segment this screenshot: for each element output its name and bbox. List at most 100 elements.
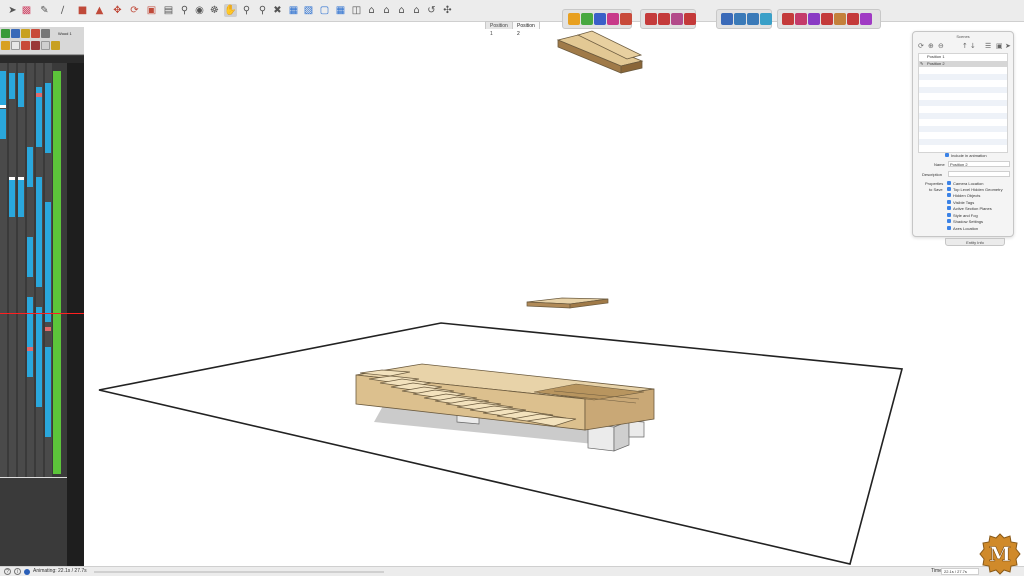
line-icon[interactable]: ∕ <box>56 4 69 17</box>
hidden-line-icon[interactable]: ▦ <box>334 4 347 17</box>
timeline-ruler[interactable] <box>67 63 84 566</box>
add-icon[interactable] <box>1 29 10 38</box>
sun-icon[interactable] <box>1 41 10 50</box>
path-a-icon[interactable] <box>782 13 794 25</box>
property-checkbox[interactable] <box>947 219 951 223</box>
shaded-icon[interactable]: ◫ <box>350 4 363 17</box>
shapes-icon[interactable]: ■ <box>76 4 89 17</box>
path-g-icon[interactable] <box>860 13 872 25</box>
zoom-extents-icon[interactable]: ⚲ <box>256 4 269 17</box>
gem-icon[interactable] <box>594 13 606 25</box>
zoom-icon[interactable]: ⚲ <box>240 4 253 17</box>
scale-icon[interactable]: ▣ <box>145 4 158 17</box>
description-field[interactable] <box>948 171 1010 177</box>
time-field[interactable]: 22.1s / 27.7s <box>941 568 979 575</box>
layers-icon[interactable] <box>747 13 759 25</box>
name-field[interactable]: Position 2 <box>948 161 1010 167</box>
move-up-icon[interactable]: ↑ <box>962 43 969 50</box>
delete-icon[interactable] <box>31 29 40 38</box>
include-animation-checkbox[interactable] <box>945 153 949 157</box>
list-icon[interactable] <box>11 41 20 50</box>
play-icon[interactable] <box>51 41 60 50</box>
back-edges-icon[interactable]: ▧ <box>302 4 315 17</box>
property-checkbox[interactable] <box>947 193 951 197</box>
menu-icon[interactable]: ➤ <box>1005 43 1012 50</box>
key-icon[interactable] <box>21 29 30 38</box>
user-icon[interactable] <box>24 569 30 575</box>
cursor-icon[interactable] <box>41 41 50 50</box>
tool-d-icon[interactable] <box>684 13 696 25</box>
path-f-icon[interactable] <box>847 13 859 25</box>
add-scene-icon[interactable]: ⊕ <box>928 43 935 50</box>
flower-icon[interactable] <box>620 13 632 25</box>
shape-icon[interactable] <box>607 13 619 25</box>
property-checkbox[interactable] <box>947 181 951 185</box>
select-icon[interactable]: ➤ <box>6 4 19 17</box>
eraser-icon[interactable]: ▩ <box>20 4 33 17</box>
refresh-icon[interactable]: ⟳ <box>918 43 925 50</box>
sequence-block[interactable] <box>9 73 15 99</box>
sequence-block[interactable] <box>18 73 24 107</box>
entity-info-tab[interactable]: Entity Info <box>945 238 1005 246</box>
active-sequence-bar[interactable] <box>53 71 61 474</box>
sequence-block[interactable] <box>0 71 6 107</box>
path-e-icon[interactable] <box>834 13 846 25</box>
offset-icon[interactable]: ▤ <box>162 4 175 17</box>
sequence-block[interactable] <box>0 109 6 139</box>
section-icon[interactable]: ✖ <box>271 4 284 17</box>
paint-icon[interactable]: ◉ <box>193 4 206 17</box>
rotate-icon[interactable]: ⟳ <box>128 4 141 17</box>
sequence-block[interactable] <box>27 297 33 377</box>
film-icon[interactable] <box>734 13 746 25</box>
sequence-block[interactable] <box>45 202 51 322</box>
property-checkbox[interactable] <box>947 213 951 217</box>
property-checkbox[interactable] <box>947 200 951 204</box>
playhead[interactable] <box>0 313 84 314</box>
tape-icon[interactable]: ⚲ <box>178 4 191 17</box>
view-options-icon[interactable]: ☰ <box>985 43 992 50</box>
model-viewport[interactable] <box>84 27 1024 566</box>
path-c-icon[interactable] <box>808 13 820 25</box>
tool-c-icon[interactable] <box>671 13 683 25</box>
camera-icon[interactable] <box>721 13 733 25</box>
move-icon[interactable]: ✥ <box>111 4 124 17</box>
solar-icon[interactable] <box>568 13 580 25</box>
back-view-icon[interactable]: ↺ <box>425 4 438 17</box>
path-b-icon[interactable] <box>795 13 807 25</box>
sequence-block[interactable] <box>9 177 15 217</box>
help-icon[interactable]: ? <box>4 568 11 575</box>
x-ray-icon[interactable]: ▦ <box>287 4 300 17</box>
property-checkbox[interactable] <box>947 226 951 230</box>
remove-scene-icon[interactable]: ⊖ <box>938 43 945 50</box>
sequence-block[interactable] <box>27 237 33 277</box>
details-icon[interactable]: ▣ <box>996 43 1003 50</box>
iso-view-icon[interactable]: ⌂ <box>365 4 378 17</box>
wireframe-icon[interactable]: ▢ <box>318 4 331 17</box>
scene-row-position-1[interactable]: Position 1 <box>919 54 1007 60</box>
property-checkbox[interactable] <box>947 187 951 191</box>
info-icon[interactable]: i <box>14 568 21 575</box>
sequence-block[interactable] <box>18 177 24 217</box>
sequence-block[interactable] <box>36 307 42 407</box>
scene-row-position-2[interactable]: ✎ Position 2 <box>919 61 1007 67</box>
pencil-icon[interactable]: ✎ <box>38 4 51 17</box>
pan-icon[interactable]: ✋ <box>224 4 237 17</box>
top-view-icon[interactable]: ⌂ <box>380 4 393 17</box>
walk-icon[interactable]: ✣ <box>441 4 454 17</box>
push-pull-icon[interactable]: ▲ <box>93 4 106 17</box>
house-icon[interactable] <box>581 13 593 25</box>
front-view-icon[interactable]: ⌂ <box>395 4 408 17</box>
camera-icon[interactable] <box>11 29 20 38</box>
settings-icon[interactable] <box>41 29 50 38</box>
orbit-icon[interactable]: ☸ <box>208 4 221 17</box>
property-checkbox[interactable] <box>947 206 951 210</box>
sequence-block[interactable] <box>36 177 42 287</box>
sequence-block[interactable] <box>45 347 51 437</box>
sequence-block[interactable] <box>45 83 51 153</box>
right-view-icon[interactable]: ⌂ <box>410 4 423 17</box>
tool-b-icon[interactable] <box>658 13 670 25</box>
path-d-icon[interactable] <box>821 13 833 25</box>
tool-a-icon[interactable] <box>645 13 657 25</box>
stop-icon[interactable] <box>31 41 40 50</box>
sync-icon[interactable] <box>760 13 772 25</box>
